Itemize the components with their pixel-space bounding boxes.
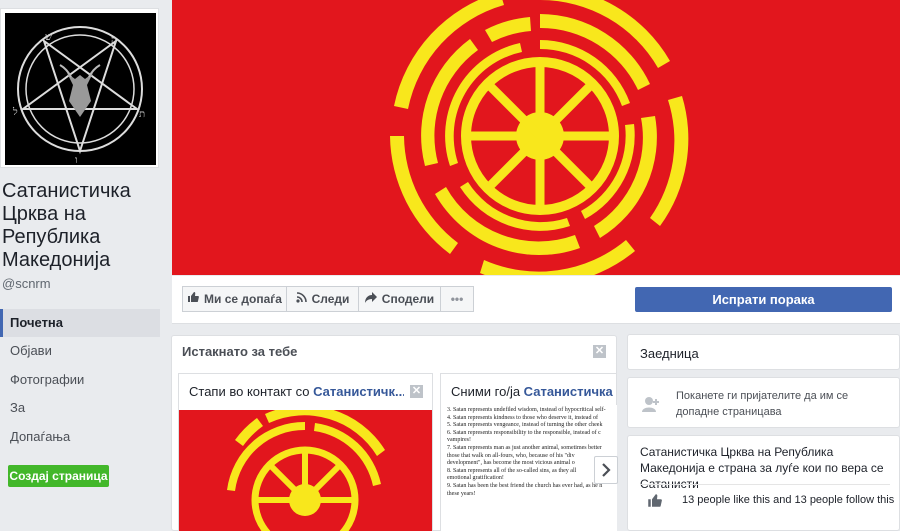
create-page-button[interactable]: Создај страница (8, 465, 109, 487)
nav-item-home[interactable]: Почетна (0, 309, 160, 337)
doc-line: 6. Satan represents responsibility to th… (447, 429, 601, 436)
like-button[interactable]: Ми се допаѓа (182, 286, 287, 312)
more-options-button[interactable]: ••• (440, 286, 474, 312)
likes-count-text: 13 people like this and 13 people follow… (682, 494, 895, 506)
follow-label: Следи (311, 292, 350, 306)
invite-friends-text[interactable]: Поканете ги пријателите да им се допадне… (676, 388, 876, 420)
card-contact-page-name[interactable]: Сатанистичк... (313, 384, 404, 399)
close-icon[interactable]: ✕ (593, 345, 606, 358)
svg-text:ל: ל (12, 106, 18, 118)
doc-line: these years! (447, 490, 476, 497)
next-arrow-button[interactable] (594, 456, 618, 484)
doc-line: 7. Satan represents man as just another … (447, 444, 602, 451)
thumbs-up-icon (647, 493, 662, 513)
doc-line: those that walk on all-fours, who, becau… (447, 452, 575, 459)
svg-text:ת: ת (139, 109, 145, 120)
add-friend-icon (642, 396, 660, 417)
pentagram-logo-icon: ש ה ל ת ו (5, 13, 156, 165)
thumbs-up-icon (187, 287, 199, 311)
profile-picture[interactable]: ש ה ל ת ו (0, 8, 159, 168)
card-record-document-image[interactable]: 3. Satan represents undefiled wisdom, in… (441, 405, 617, 531)
card-contact-image[interactable] (179, 410, 432, 531)
community-title: Заедница (640, 346, 699, 361)
share-label: Сподели (381, 292, 435, 306)
divider (640, 484, 890, 485)
close-card-icon[interactable]: ✕ (410, 385, 423, 398)
nav-item-posts[interactable]: Објави (0, 337, 160, 365)
doc-line: 3. Satan represents undefiled wisdom, in… (447, 407, 606, 413)
page-title[interactable]: Сатанистичка Црква на Република Македони… (2, 180, 162, 272)
chevron-right-icon (601, 461, 611, 478)
card-record-page-name[interactable]: Сатанистичка Ц (524, 384, 617, 399)
featured-panel-title: Истакнато за тебе (182, 344, 298, 359)
nav-item-about[interactable]: За (0, 394, 160, 422)
doc-line: 9. Satan has been the best friend the ch… (447, 482, 603, 489)
doc-line: vampires! (447, 437, 471, 444)
svg-text:ו: ו (75, 155, 78, 165)
doc-line: emotional gratification! (447, 475, 504, 482)
svg-text:ה: ה (111, 35, 117, 46)
doc-line: development", has become the most viciou… (447, 460, 575, 467)
card-contact-title[interactable]: Стапи во контакт со Сатанистичк... (189, 384, 404, 399)
page-handle[interactable]: @scnrm (2, 276, 51, 291)
send-message-button[interactable]: Испрати порака (635, 287, 892, 312)
share-arrow-icon (364, 287, 377, 311)
card-record-prefix: Сними го/ја (451, 384, 524, 399)
nav-item-photos[interactable]: Фотографии (0, 366, 160, 394)
doc-line: 5. Satan represents vengeance, instead o… (447, 422, 603, 429)
card-record-title[interactable]: Сними го/ја Сатанистичка Ц (451, 384, 617, 399)
cover-photo[interactable] (172, 0, 900, 275)
rss-icon (295, 287, 307, 311)
card-contact-prefix: Стапи во контакт со (189, 384, 314, 399)
follow-button[interactable]: Следи (286, 286, 359, 312)
svg-text:ש: ש (45, 32, 52, 43)
share-button[interactable]: Сподели (358, 286, 441, 312)
nav-item-likes[interactable]: Допаѓања (0, 423, 160, 451)
like-label: Ми се допаѓа (204, 292, 282, 306)
